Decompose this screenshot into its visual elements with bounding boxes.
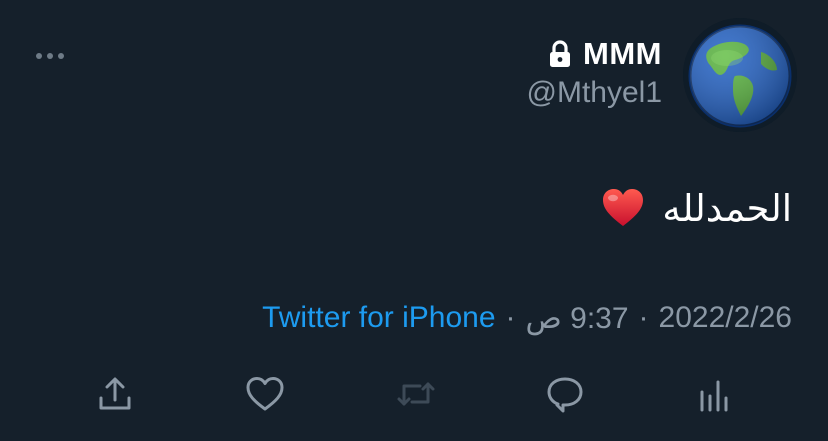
globe-avatar-image bbox=[683, 18, 797, 132]
tweet-date: 2022/2/26 bbox=[658, 301, 792, 334]
share-button[interactable] bbox=[93, 372, 137, 416]
more-options-button[interactable] bbox=[36, 44, 76, 68]
red-heart-emoji bbox=[600, 185, 646, 231]
meta-separator: · bbox=[638, 301, 649, 334]
source-link[interactable]: Twitter for iPhone bbox=[262, 301, 495, 335]
action-bar bbox=[0, 364, 828, 424]
analytics-icon bbox=[700, 380, 728, 412]
tweet-body: الحمدلله bbox=[662, 186, 792, 230]
more-dot bbox=[36, 53, 42, 59]
like-icon bbox=[246, 377, 284, 411]
retweet-icon bbox=[397, 382, 435, 406]
tweet-text: الحمدلله bbox=[600, 178, 792, 238]
more-dot bbox=[58, 53, 64, 59]
lock-icon bbox=[547, 39, 573, 69]
tweet-meta: Twitter for iPhone · 9:37 ص · 2022/2/26 bbox=[262, 296, 792, 340]
reply-icon bbox=[547, 377, 583, 413]
more-dot bbox=[47, 53, 53, 59]
display-name: MMM bbox=[583, 36, 662, 71]
meta-separator: · bbox=[505, 301, 516, 334]
like-button[interactable] bbox=[243, 372, 287, 416]
reply-button[interactable] bbox=[543, 372, 587, 416]
analytics-button[interactable] bbox=[693, 372, 737, 416]
avatar[interactable] bbox=[683, 18, 797, 132]
display-name-row[interactable]: MMM bbox=[547, 32, 662, 76]
user-handle[interactable]: @Mthyel1 bbox=[527, 76, 663, 110]
share-icon bbox=[99, 377, 131, 410]
retweet-button bbox=[394, 372, 438, 416]
tweet-time: 9:37 ص bbox=[525, 301, 629, 335]
